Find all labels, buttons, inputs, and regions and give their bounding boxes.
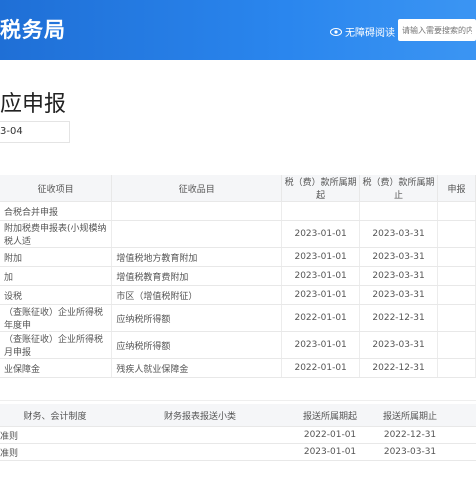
search-input[interactable] [398, 19, 476, 41]
eye-icon [330, 27, 342, 36]
column-header: 税（费）款所属期止 [359, 175, 439, 202]
table-row[interactable]: 附加税费申报表(小规模纳税人适 2023-01-01 2023-03-31 [0, 220, 476, 248]
table-row[interactable]: 业保障金 残疾人就业保障金 2022-01-01 2022-12-31 [0, 358, 476, 378]
column-header: 申报 [437, 175, 476, 202]
column-header: 税（费）款所属期起 [281, 175, 361, 202]
table-row[interactable]: 设税 市区（增值税附征） 2023-01-01 2023-03-31 [0, 285, 476, 305]
column-header: 征收品目 [111, 175, 283, 202]
table-row[interactable]: 合税合并申报 [0, 201, 476, 221]
column-header: 报送所属期止 [370, 404, 450, 427]
column-header: 征收项目 [0, 175, 113, 202]
page-title: 应申报 [0, 92, 67, 117]
table-row[interactable]: （查账征收）企业所得税年度申 应纳税所得额 2022-01-01 2022-12… [0, 304, 476, 332]
table-row[interactable]: 准则 2022-01-01 2022-12-31 [0, 426, 476, 444]
site-brand: 税务局 [0, 18, 66, 42]
table-row[interactable]: （查账征收）企业所得税月申报 应纳税所得额 2023-01-01 2023-03… [0, 331, 476, 359]
section-divider [0, 400, 476, 401]
period-date-field[interactable]: 3-04 [0, 121, 70, 143]
table-header-row: 征收项目 征收品目 税（费）款所属期起 税（费）款所属期止 申报 [0, 175, 476, 202]
column-header: 财务报表报送小类 [110, 404, 290, 427]
financial-report-table: 财务、会计制度 财务报表报送小类 报送所属期起 报送所属期止 准则 2022-0… [0, 404, 476, 461]
table-header-row: 财务、会计制度 财务报表报送小类 报送所属期起 报送所属期止 [0, 404, 476, 427]
accessibility-label: 无障碍阅读 [345, 28, 395, 39]
accessibility-toggle[interactable]: 无障碍阅读 [330, 24, 395, 39]
tax-declaration-table: 征收项目 征收品目 税（费）款所属期起 税（费）款所属期止 申报 合税合并申报 … [0, 175, 476, 378]
column-header: 财务、会计制度 [0, 404, 110, 427]
table-row[interactable]: 准则 2023-01-01 2023-03-31 [0, 443, 476, 461]
table-row[interactable]: 加 增值税教育费附加 2023-01-01 2023-03-31 [0, 266, 476, 286]
table-row[interactable]: 附加 增值税地方教育附加 2023-01-01 2023-03-31 [0, 247, 476, 267]
column-header: 报送所属期起 [290, 404, 370, 427]
top-header: 税务局 无障碍阅读 [0, 0, 476, 60]
